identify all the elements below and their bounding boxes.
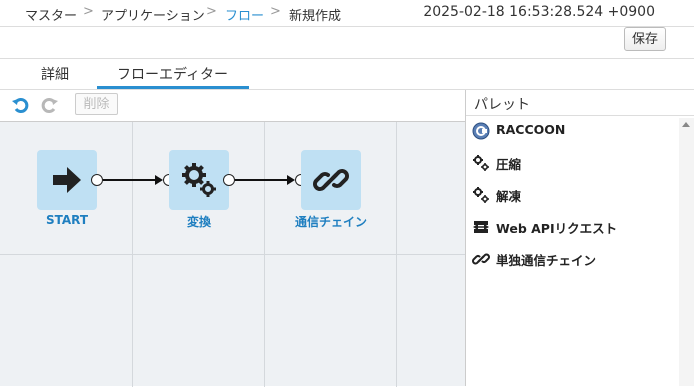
breadcrumb-application[interactable]: アプリケーション — [101, 5, 205, 24]
palette-panel: パレット RACCOON 圧縮 解凍 Web APIリクエスト 単独通信チェイン — [465, 90, 694, 386]
gears-icon — [472, 154, 490, 172]
tab-flow-editor[interactable]: フローエディター — [117, 64, 228, 84]
divider — [466, 115, 694, 116]
flow-node-transform[interactable] — [169, 150, 229, 210]
palette-scrollbar[interactable] — [679, 118, 694, 386]
scroll-up-icon[interactable] — [682, 122, 690, 127]
save-button[interactable]: 保存 — [624, 27, 666, 51]
arrow-right-icon — [53, 167, 81, 193]
breadcrumb-separator: > — [206, 4, 217, 19]
web-api-icon — [472, 218, 490, 236]
breadcrumb-separator: > — [270, 4, 281, 19]
editor-toolbar: 削除 — [0, 90, 465, 121]
grid-line — [0, 254, 465, 255]
breadcrumb-flow[interactable]: フロー — [225, 5, 264, 24]
tab-bar: 詳細 フローエディター — [0, 59, 694, 90]
breadcrumb-separator: > — [83, 4, 94, 19]
delete-button[interactable]: 削除 — [75, 93, 118, 115]
link-icon — [313, 169, 349, 191]
palette-item-label: Web APIリクエスト — [496, 221, 618, 236]
edge-arrowhead — [155, 175, 163, 185]
undo-icon[interactable] — [11, 97, 29, 115]
redo-icon[interactable] — [41, 97, 59, 115]
gears-icon — [472, 186, 490, 204]
gears-icon — [182, 163, 216, 197]
palette-title: パレット — [474, 97, 530, 113]
breadcrumb-master[interactable]: マスター — [25, 5, 77, 24]
palette-item-label: 解凍 — [496, 189, 522, 204]
output-port[interactable] — [223, 174, 235, 186]
flow-edge[interactable] — [235, 179, 290, 181]
raccoon-icon — [472, 122, 490, 140]
output-port[interactable] — [91, 174, 103, 186]
palette-item-label: 単独通信チェイン — [496, 253, 597, 268]
palette-item-label: RACCOON — [496, 122, 566, 137]
active-tab-indicator — [97, 86, 249, 89]
flow-canvas[interactable]: START 変換 通信チェイン — [0, 121, 465, 387]
header-bar: マスター > アプリケーション > フロー > 新規作成 2025-02-18 … — [0, 0, 694, 27]
flow-edge[interactable] — [103, 179, 158, 181]
flow-node-chain[interactable] — [301, 150, 361, 210]
breadcrumb-new: 新規作成 — [289, 9, 342, 24]
server-timestamp: 2025-02-18 16:53:28.524 +0900 — [423, 4, 655, 20]
palette-item-label: 圧縮 — [496, 157, 522, 172]
flow-node-start[interactable] — [37, 150, 97, 210]
flow-node-label: 変換 — [186, 215, 211, 229]
edge-arrowhead — [287, 175, 295, 185]
flow-node-label: 通信チェイン — [294, 215, 367, 229]
action-bar: 保存 — [0, 27, 694, 59]
tab-details[interactable]: 詳細 — [41, 64, 69, 84]
flow-node-label: START — [45, 213, 89, 227]
link-icon — [472, 250, 490, 268]
